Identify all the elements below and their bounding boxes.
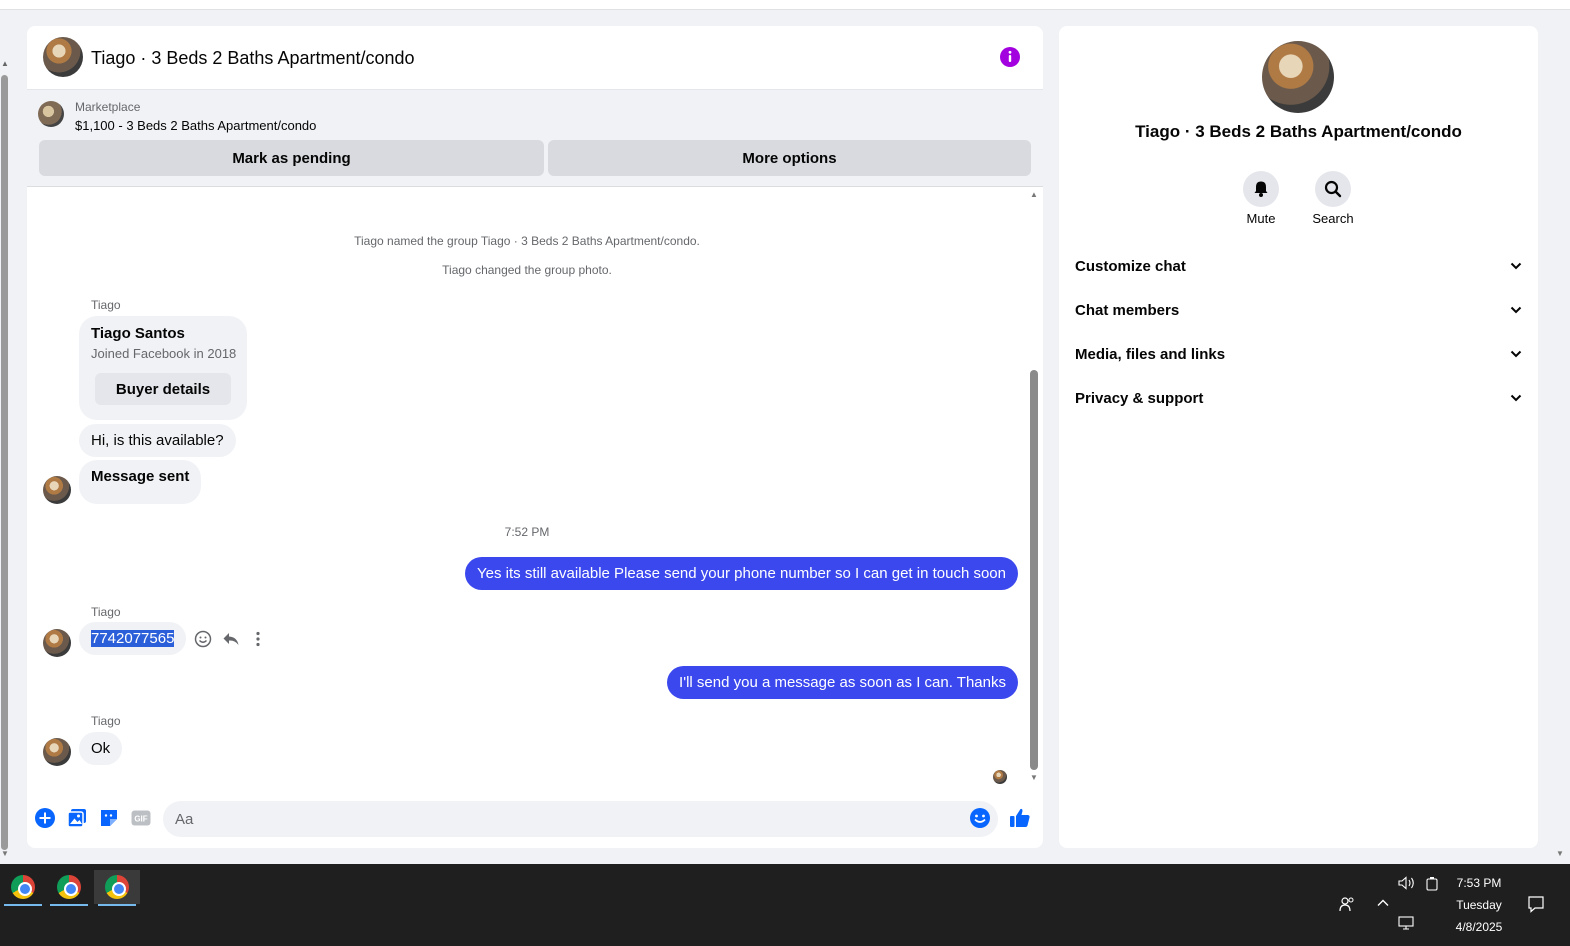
chevron-down-icon <box>1510 262 1522 270</box>
like-thumb-icon[interactable] <box>1008 806 1032 830</box>
scroll-down-arrow-icon[interactable]: ▼ <box>1 849 9 858</box>
search-button[interactable] <box>1315 171 1351 207</box>
chat-title[interactable]: Tiago · 3 Beds 2 Baths Apartment/condo <box>91 48 415 69</box>
section-privacy-support[interactable]: Privacy & support <box>1075 378 1523 418</box>
clock-time[interactable]: 7:53 PM <box>1448 876 1510 890</box>
marketplace-label: Marketplace <box>75 100 141 114</box>
people-icon[interactable] <box>1339 896 1355 915</box>
outgoing-message[interactable]: I'll send you a message as soon as I can… <box>667 666 1018 699</box>
section-label: Chat members <box>1075 301 1180 319</box>
buyer-details-button[interactable]: Buyer details <box>95 373 231 405</box>
section-label: Media, files and links <box>1075 345 1226 363</box>
battery-icon[interactable] <box>1425 876 1439 895</box>
windows-taskbar: 7:53 PM Tuesday 4/8/2025 <box>0 864 1570 946</box>
mute-label: Mute <box>1246 211 1276 226</box>
section-customize-chat[interactable]: Customize chat <box>1075 246 1523 286</box>
info-title: Tiago · 3 Beds 2 Baths Apartment/condo <box>1135 122 1462 141</box>
group-avatar-large[interactable] <box>1262 41 1334 113</box>
system-message: Tiago changed the group photo. <box>442 263 612 277</box>
search-label: Search <box>1312 211 1354 226</box>
incoming-message[interactable]: Hi, is this available? <box>79 424 236 457</box>
more-options-button[interactable]: More options <box>548 140 1031 176</box>
chrome-icon <box>105 875 129 899</box>
gif-icon[interactable]: GIF <box>129 806 153 830</box>
chevron-down-icon <box>1510 394 1522 402</box>
section-label: Privacy & support <box>1075 389 1204 407</box>
svg-text:GIF: GIF <box>134 815 147 824</box>
chrome-icon <box>11 875 35 899</box>
info-icon[interactable] <box>999 46 1021 68</box>
network-icon[interactable] <box>1398 916 1416 933</box>
chat-panel: Tiago · 3 Beds 2 Baths Apartment/condo M… <box>27 26 1043 848</box>
incoming-message[interactable]: Message sent <box>79 460 202 504</box>
chrome-app-1[interactable] <box>0 870 46 906</box>
conversation-info-panel: Tiago · 3 Beds 2 Baths Apartment/condo M… <box>1059 26 1538 848</box>
search-icon <box>1324 180 1342 198</box>
chevron-down-icon <box>1510 350 1522 358</box>
composer-bar: GIF <box>27 794 1043 848</box>
plus-icon[interactable] <box>33 806 57 830</box>
mute-button[interactable] <box>1243 171 1279 207</box>
scroll-down-arrow-right-icon[interactable]: ▼ <box>1556 849 1564 858</box>
message-scrollbar[interactable]: ▲ ▼ <box>1029 188 1039 792</box>
react-emoji-icon[interactable] <box>192 628 214 650</box>
incoming-message[interactable]: Ok <box>79 732 123 765</box>
marketplace-banner: Marketplace $1,100 - 3 Beds 2 Baths Apar… <box>27 90 1043 187</box>
chrome-icon <box>57 875 81 899</box>
sender-avatar[interactable] <box>43 738 71 766</box>
sender-name: Tiago <box>91 605 121 619</box>
sticker-icon[interactable] <box>97 806 121 830</box>
message-input[interactable] <box>163 801 998 837</box>
more-actions-icon[interactable] <box>247 628 269 650</box>
chrome-app-3[interactable] <box>94 870 140 906</box>
clock-day[interactable]: Tuesday <box>1448 898 1510 912</box>
chevron-up-icon[interactable] <box>1376 896 1390 913</box>
group-avatar[interactable] <box>43 37 83 77</box>
scroll-up-arrow-icon[interactable]: ▲ <box>1 60 9 68</box>
clock-date[interactable]: 4/8/2025 <box>1443 920 1515 934</box>
chat-header: Tiago · 3 Beds 2 Baths Apartment/condo <box>27 26 1043 90</box>
listing-thumbnail[interactable] <box>38 101 64 127</box>
section-label: Customize chat <box>1075 257 1186 275</box>
buyer-joined: Joined Facebook in 2018 <box>91 346 237 361</box>
chevron-down-icon <box>1510 306 1522 314</box>
listing-title[interactable]: $1,100 - 3 Beds 2 Baths Apartment/condo <box>75 118 316 133</box>
sender-avatar[interactable] <box>43 629 71 657</box>
reply-icon[interactable] <box>220 628 242 650</box>
page-scrollbar[interactable]: ▲ <box>0 60 10 860</box>
notification-icon[interactable] <box>1527 895 1545 916</box>
buyer-profile-card: Tiago Santos Joined Facebook in 2018 Buy… <box>79 316 247 420</box>
volume-icon[interactable] <box>1398 876 1416 893</box>
phone-number-selected[interactable]: 7742077565 <box>91 630 175 647</box>
emoji-icon[interactable] <box>968 806 992 830</box>
chrome-app-2[interactable] <box>46 870 92 906</box>
scroll-down-arrow-icon[interactable]: ▼ <box>1030 773 1038 782</box>
page-scrollbar-thumb[interactable] <box>1 75 8 850</box>
section-media-files-links[interactable]: Media, files and links <box>1075 334 1523 374</box>
bell-icon <box>1254 181 1268 197</box>
message-timestamp: 7:52 PM <box>504 525 550 539</box>
sender-avatar[interactable] <box>43 476 71 504</box>
incoming-message[interactable]: 7742077565 <box>79 622 187 655</box>
outgoing-message[interactable]: Yes its still available Please send your… <box>465 557 1018 590</box>
sender-name: Tiago <box>91 714 121 728</box>
section-chat-members[interactable]: Chat members <box>1075 290 1523 330</box>
sender-name: Tiago <box>91 298 121 312</box>
message-scrollbar-thumb[interactable] <box>1030 370 1038 770</box>
mark-as-pending-button[interactable]: Mark as pending <box>39 140 544 176</box>
browser-top-strip <box>0 0 1570 10</box>
message-list[interactable]: Tiago named the group Tiago · 3 Beds 2 B… <box>27 188 1043 794</box>
scroll-up-arrow-icon[interactable]: ▲ <box>1030 190 1038 199</box>
system-message: Tiago named the group Tiago · 3 Beds 2 B… <box>354 234 700 248</box>
gallery-icon[interactable] <box>65 806 89 830</box>
read-receipt-avatar <box>993 770 1007 784</box>
buyer-name[interactable]: Tiago Santos <box>91 325 185 342</box>
